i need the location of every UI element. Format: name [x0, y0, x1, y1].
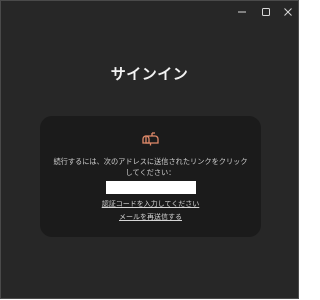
app-window: サインイン 続行するには、次のアドレスに送信されたリンクをクリックしてください：…: [0, 0, 299, 299]
close-icon: [284, 8, 292, 16]
resend-email-link[interactable]: メールを再送信する: [40, 212, 261, 222]
maximize-icon: [262, 8, 270, 16]
email-address-field[interactable]: [106, 181, 196, 194]
page-title: サインイン: [110, 65, 189, 83]
mailbox-icon: [142, 131, 159, 146]
instruction-text: 続行するには、次のアドレスに送信されたリンクをクリックしてください：: [53, 157, 248, 177]
title-bar: [1, 1, 298, 23]
close-button[interactable]: [275, 1, 301, 23]
enter-code-link[interactable]: 認証コードを入力してください: [40, 199, 261, 209]
minimize-icon: [238, 8, 246, 16]
minimize-button[interactable]: [229, 1, 255, 23]
verification-card: 続行するには、次のアドレスに送信されたリンクをクリックしてください： 認証コード…: [40, 116, 261, 237]
